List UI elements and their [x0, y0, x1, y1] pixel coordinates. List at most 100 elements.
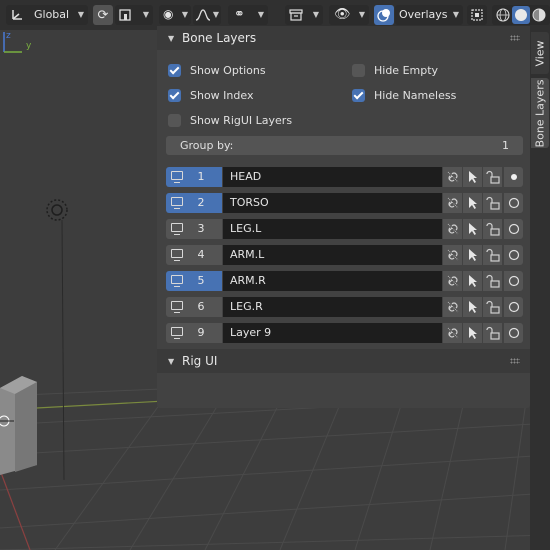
bone-layers-panel-header[interactable]: ▼ Bone Layers	[157, 26, 530, 50]
collapse-triangle-icon: ▼	[168, 356, 175, 366]
lock-button[interactable]	[483, 297, 502, 317]
gizmo-z-label: z	[6, 31, 11, 41]
tab-view[interactable]: View	[531, 32, 549, 74]
layer-name-field[interactable]: HEAD	[223, 167, 442, 187]
layer-row: 1 HEAD	[166, 167, 523, 187]
hide-empty-checkbox[interactable]: Hide Empty	[352, 61, 438, 79]
wireframe-shading-button[interactable]	[494, 6, 512, 24]
select-bones-button[interactable]	[463, 297, 482, 317]
unlink-button[interactable]	[443, 323, 462, 343]
layer-visibility-toggle[interactable]: 9	[166, 323, 222, 343]
pivot-toggle-button[interactable]: ⟳	[93, 5, 113, 25]
overlays-icon	[377, 9, 390, 22]
unlink-button[interactable]	[443, 271, 462, 291]
layer-row: 4 ARM.L	[166, 245, 523, 265]
falloff-dropdown[interactable]: ▼	[193, 5, 221, 25]
radio-circle-icon	[508, 197, 520, 209]
layer-visibility-toggle[interactable]: 6	[166, 297, 222, 317]
layer-visibility-toggle[interactable]: 1	[166, 167, 222, 187]
gizmo-dropdown[interactable]: 👁 ▼	[329, 5, 369, 25]
lock-button[interactable]	[483, 219, 502, 239]
active-layer-radio[interactable]	[504, 297, 523, 317]
unlink-icon	[446, 196, 460, 210]
light-object[interactable]	[46, 199, 68, 221]
drag-grip-icon[interactable]	[510, 35, 520, 41]
layer-name-field[interactable]: ARM.L	[223, 245, 442, 265]
layer-visibility-toggle[interactable]: 2	[166, 193, 222, 213]
active-layer-radio[interactable]	[504, 167, 523, 187]
lock-button[interactable]	[483, 323, 502, 343]
cursor-arrow-icon	[467, 300, 479, 314]
checkbox-checked-icon	[168, 88, 181, 102]
wireframe-sphere-icon	[496, 8, 510, 22]
unlink-button[interactable]	[443, 167, 462, 187]
layer-name: HEAD	[230, 170, 262, 183]
chevron-down-icon: ▼	[212, 10, 219, 19]
snap-dropdown[interactable]: ▼	[115, 5, 153, 25]
radio-circle-icon	[508, 275, 520, 287]
layer-visibility-toggle[interactable]: 3	[166, 219, 222, 239]
select-bones-button[interactable]	[463, 323, 482, 343]
show-options-label: Show Options	[190, 63, 266, 77]
active-layer-radio[interactable]	[504, 271, 523, 291]
overlays-toggle[interactable]	[374, 5, 394, 25]
layer-name-field[interactable]: TORSO	[223, 193, 442, 213]
collapse-triangle-icon: ▼	[168, 33, 175, 43]
solid-sphere-icon	[515, 9, 527, 21]
show-options-checkbox[interactable]: Show Options	[168, 61, 266, 79]
rig-ui-panel-header[interactable]: ▼ Rig UI	[157, 349, 530, 373]
checkbox-checked-icon	[168, 63, 181, 77]
unlink-button[interactable]	[443, 245, 462, 265]
layer-name-field[interactable]: Layer 9	[223, 323, 442, 343]
active-layer-radio[interactable]	[504, 193, 523, 213]
axis-gizmo[interactable]: z y	[0, 30, 40, 60]
active-layer-radio[interactable]	[504, 219, 523, 239]
show-rigui-layers-checkbox[interactable]: Show RigUI Layers	[168, 111, 292, 129]
unlink-button[interactable]	[443, 219, 462, 239]
select-bones-button[interactable]	[463, 219, 482, 239]
tab-bone-layers[interactable]: Bone Layers	[531, 78, 549, 148]
material-shading-button[interactable]	[530, 6, 548, 24]
layer-visibility-toggle[interactable]: 5	[166, 271, 222, 291]
unlocked-icon	[485, 274, 500, 288]
checkbox-unchecked-icon	[352, 63, 365, 77]
lock-button[interactable]	[483, 245, 502, 265]
layer-name-field[interactable]: LEG.R	[223, 297, 442, 317]
layer-row: 6 LEG.R	[166, 297, 523, 317]
cursor-arrow-icon	[467, 170, 479, 184]
active-layer-radio[interactable]	[504, 323, 523, 343]
drag-grip-icon[interactable]	[510, 358, 520, 364]
select-bones-button[interactable]	[463, 167, 482, 187]
monitor-icon	[171, 275, 183, 287]
chevron-down-icon: ▼	[77, 10, 84, 19]
group-by-value: 1	[502, 139, 509, 152]
hide-nameless-checkbox[interactable]: Hide Nameless	[352, 86, 456, 104]
show-index-checkbox[interactable]: Show Index	[168, 86, 253, 104]
layer-name-field[interactable]: LEG.L	[223, 219, 442, 239]
proportional-edit-toggle[interactable]: ◉ ▼	[159, 5, 191, 25]
layer-name: ARM.L	[230, 248, 265, 261]
layer-name-field[interactable]: ARM.R	[223, 271, 442, 291]
active-layer-radio[interactable]	[504, 245, 523, 265]
select-bones-button[interactable]	[463, 245, 482, 265]
show-rigui-layers-label: Show RigUI Layers	[190, 113, 293, 127]
select-bones-button[interactable]	[463, 193, 482, 213]
object-link-dropdown[interactable]: ⚭ ▼	[228, 5, 268, 25]
lock-button[interactable]	[483, 193, 502, 213]
transform-orientation-dropdown[interactable]: Global ▼	[6, 5, 88, 25]
link-icon: ⚭	[234, 7, 245, 22]
group-by-field[interactable]: Group by: 1	[166, 136, 523, 155]
overlays-dropdown[interactable]: Overlays ▼	[395, 5, 463, 25]
solid-shading-button[interactable]	[512, 6, 530, 24]
layer-index: 9	[197, 326, 205, 339]
xray-toggle[interactable]	[467, 5, 487, 25]
object-type-visibility-dropdown[interactable]: ▼	[285, 5, 323, 25]
lock-button[interactable]	[483, 167, 502, 187]
select-bones-button[interactable]	[463, 271, 482, 291]
layer-index: 2	[197, 196, 205, 209]
material-sphere-icon	[532, 8, 546, 22]
layer-visibility-toggle[interactable]: 4	[166, 245, 222, 265]
unlink-button[interactable]	[443, 297, 462, 317]
lock-button[interactable]	[483, 271, 502, 291]
unlink-button[interactable]	[443, 193, 462, 213]
